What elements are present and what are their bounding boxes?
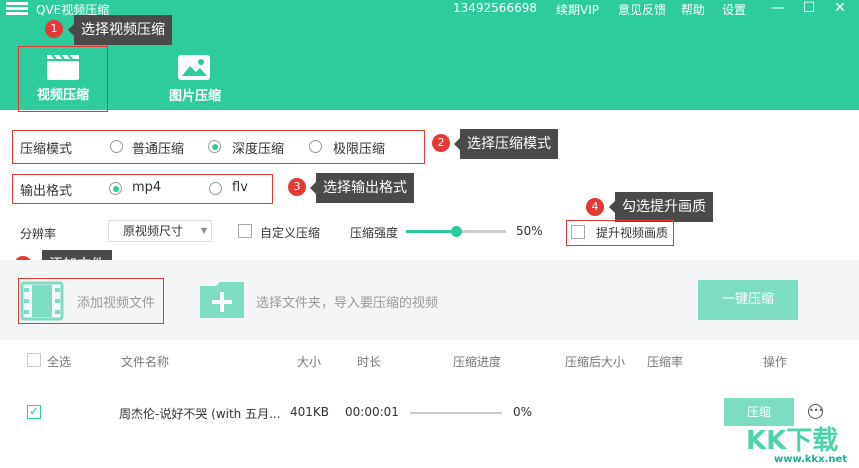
step-badge-1: 1 — [45, 20, 63, 38]
settings-link[interactable]: 设置 — [722, 1, 746, 18]
maximize-button[interactable]: ☐ — [799, 0, 819, 16]
radio-extreme-label[interactable]: 极限压缩 — [333, 138, 385, 157]
radio-flv[interactable] — [209, 182, 222, 195]
strength-slider-knob[interactable] — [451, 226, 462, 237]
compress-all-button[interactable]: 一键压缩 — [698, 280, 798, 320]
minimize-button[interactable]: — — [768, 0, 788, 16]
tip-2: 选择压缩模式 — [454, 129, 558, 159]
custom-compress-label[interactable]: 自定义压缩 — [260, 224, 320, 241]
custom-compress-checkbox[interactable] — [238, 224, 252, 238]
col-duration: 时长 — [357, 355, 382, 369]
enhance-label[interactable]: 提升视频画质 — [596, 224, 668, 241]
select-all-checkbox[interactable] — [27, 353, 41, 367]
more-options-icon[interactable]: ••• — [808, 404, 823, 419]
tab-image-compress[interactable]: 图片压缩 — [150, 48, 240, 112]
tab-image-label: 图片压缩 — [168, 89, 221, 104]
watermark-logo: KK下载 — [746, 426, 839, 456]
app-logo-icon — [6, 2, 28, 15]
add-folder-icon[interactable] — [198, 280, 246, 320]
radio-mp4-label[interactable]: mp4 — [132, 180, 161, 195]
step-badge-4: 4 — [586, 198, 604, 216]
phone-number: 13492566698 — [453, 1, 537, 15]
add-folder-button[interactable]: 选择文件夹，导入要压缩的视频 — [256, 292, 438, 311]
row-duration: 00:00:01 — [345, 405, 399, 419]
clapper-icon — [47, 54, 79, 80]
chevron-down-icon: ▼ — [200, 226, 207, 235]
row-size: 401KB — [290, 405, 330, 419]
output-format-label: 输出格式 — [20, 184, 73, 199]
tab-video-compress[interactable]: 视频压缩 — [18, 46, 108, 112]
tip-4: 勾选提升画质 — [609, 192, 713, 222]
strength-slider-fill — [406, 230, 456, 233]
film-icon[interactable] — [20, 281, 64, 321]
strength-slider[interactable] — [406, 226, 506, 237]
step-badge-2: 2 — [432, 134, 450, 152]
resolution-select[interactable]: 原视频尺寸 ▼ — [108, 220, 212, 242]
picture-icon — [178, 55, 210, 80]
col-select-all[interactable]: 全选 — [47, 353, 71, 370]
row-progress-value: 0% — [513, 405, 533, 419]
step-badge-3: 3 — [288, 178, 306, 196]
tab-video-label: 视频压缩 — [36, 88, 89, 103]
tip-1: 选择视频压缩 — [68, 15, 172, 45]
enhance-checkbox[interactable] — [571, 225, 585, 239]
col-size: 大小 — [297, 355, 322, 369]
compress-mode-label: 压缩模式 — [20, 142, 73, 157]
radio-deep-label[interactable]: 深度压缩 — [232, 138, 284, 157]
row-progress-bar — [410, 412, 502, 414]
col-ratio: 压缩率 — [647, 355, 684, 369]
col-progress: 压缩进度 — [453, 355, 502, 369]
radio-extreme[interactable] — [309, 140, 322, 153]
radio-flv-label[interactable]: flv — [232, 180, 248, 195]
feedback-link[interactable]: 意见反馈 — [618, 1, 666, 18]
col-file-name: 文件名称 — [121, 355, 170, 369]
tip-3: 选择输出格式 — [310, 173, 414, 203]
renew-vip-link[interactable]: 续期VIP — [556, 1, 599, 18]
help-link[interactable]: 帮助 — [681, 1, 705, 18]
watermark-url: www.kkx.net — [774, 454, 848, 465]
col-compressed-size: 压缩后大小 — [565, 355, 626, 369]
radio-normal-label[interactable]: 普通压缩 — [132, 138, 184, 157]
strength-value: 50% — [516, 224, 543, 238]
resolution-label: 分辨率 — [20, 227, 57, 241]
radio-normal[interactable] — [110, 140, 123, 153]
strength-label: 压缩强度 — [350, 226, 399, 240]
row-file-name: 周杰伦-说好不哭 (with 五月... — [119, 407, 281, 421]
resolution-value: 原视频尺寸 — [123, 224, 184, 238]
radio-deep[interactable] — [208, 140, 221, 153]
row-checkbox[interactable] — [27, 404, 41, 419]
close-button[interactable]: ✕ — [830, 0, 850, 16]
col-action: 操作 — [763, 355, 788, 369]
add-video-button[interactable]: 添加视频文件 — [77, 292, 155, 311]
radio-mp4[interactable] — [109, 182, 122, 195]
